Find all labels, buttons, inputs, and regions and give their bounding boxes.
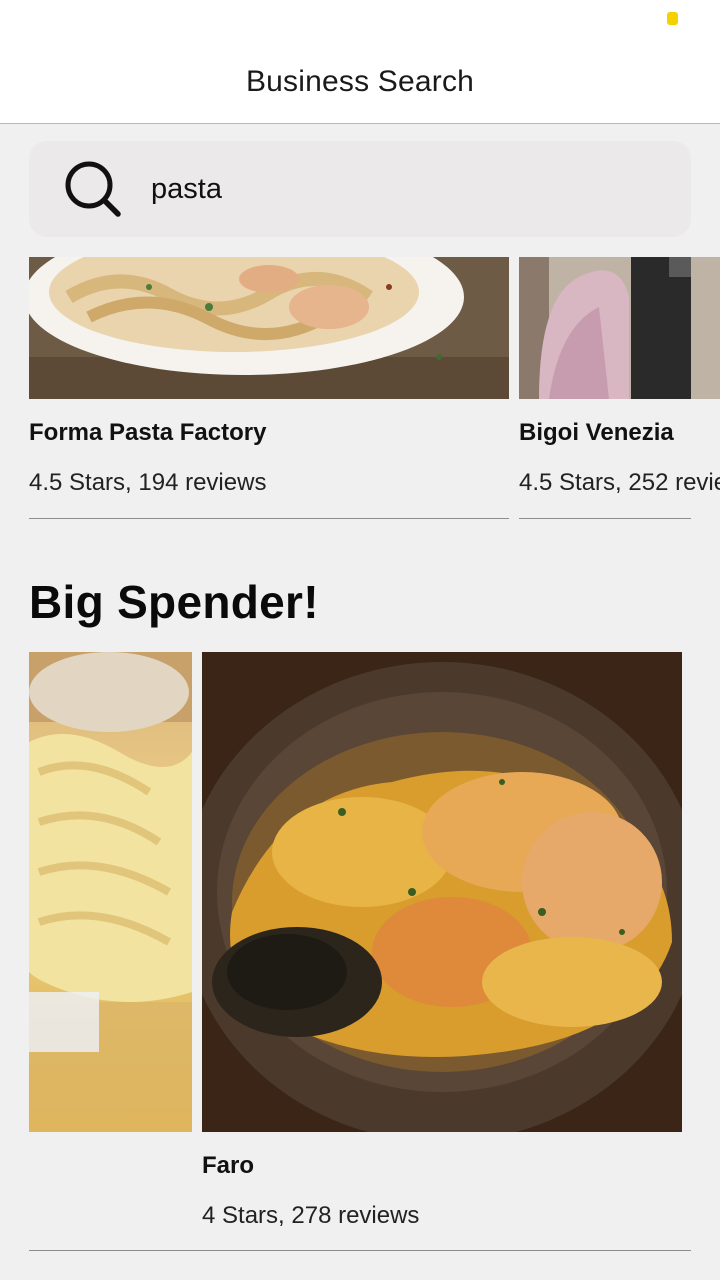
search-icon [65, 161, 121, 217]
status-indicator [667, 12, 678, 25]
divider [29, 518, 509, 519]
restaurant-photo [29, 652, 192, 1132]
section-title-big-spender: Big Spender! [29, 576, 319, 628]
navigation-bar: Business Search [0, 40, 720, 124]
big-spender-carousel[interactable]: Faro 4 Stars, 278 reviews [0, 652, 720, 1252]
restaurant-photo [202, 652, 682, 1132]
result-card-forma-pasta-factory[interactable]: Forma Pasta Factory 4.5 Stars, 194 revie… [29, 257, 509, 519]
search-bar[interactable] [29, 141, 691, 237]
rating-reviews: 4.5 Stars, 252 reviews [519, 469, 720, 496]
restaurant-name: Faro [202, 1152, 255, 1179]
rating-reviews: 4 Stars, 278 reviews [202, 1202, 420, 1229]
restaurant-name: Forma Pasta Factory [29, 419, 267, 446]
results-carousel[interactable]: Forma Pasta Factory 4.5 Stars, 194 revie… [0, 257, 720, 519]
result-card-partial[interactable] [29, 652, 192, 1132]
page-title: Business Search [245, 64, 475, 98]
rating-reviews: 4.5 Stars, 194 reviews [29, 469, 267, 496]
restaurant-name: Bigoi Venezia [519, 419, 674, 446]
result-card-bigoi-venezia[interactable]: Bigoi Venezia 4.5 Stars, 252 reviews [519, 257, 720, 519]
result-card-faro[interactable]: Faro 4 Stars, 278 reviews [202, 652, 682, 1252]
restaurant-photo [519, 257, 720, 399]
status-bar [0, 0, 720, 40]
divider [519, 518, 691, 519]
restaurant-photo [29, 257, 509, 399]
divider [29, 1250, 691, 1251]
search-input[interactable] [151, 163, 651, 215]
